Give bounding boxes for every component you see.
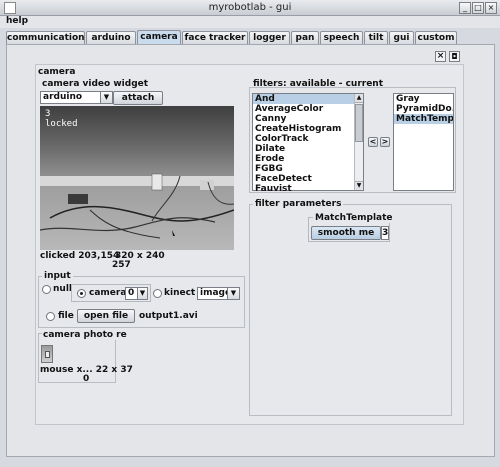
list-item[interactable]: Fauvist [253,184,363,194]
list-item[interactable]: AverageColor [253,104,363,114]
smooth-value-field[interactable]: 3 [381,226,389,240]
close-icon[interactable]: × [435,51,446,62]
filter-name: MatchTemplate [313,213,395,223]
current-filters-list[interactable]: GrayPyramidDo...MatchTemp... [393,93,454,191]
list-item[interactable]: Dilate [253,144,363,154]
smooth-me-button[interactable]: smooth me [311,226,381,240]
title-bar: myrobotlab - gui _ □ × [0,0,500,16]
available-filters-list[interactable]: And AverageColor Canny CreateHistogram Color… [252,93,364,194]
frame-count: 257 [112,260,131,270]
menu-bar: help [0,16,500,28]
radio-null[interactable] [42,285,51,294]
video-display[interactable]: 3 locked [40,106,234,250]
camera-index-value: 0 [128,288,135,298]
photo-count: 0 [83,374,90,384]
list-item[interactable]: CreateHistogram [253,124,363,134]
radio-file[interactable] [46,312,55,321]
list-item[interactable]: PyramidDo... [394,104,453,114]
overlay-count: 3 [45,109,51,119]
list-item[interactable]: And [253,94,363,104]
list-item[interactable]: FaceDetect [253,174,363,184]
available-filters-scrollbar[interactable]: ▲ ▼ [354,94,363,190]
tab-gui[interactable]: gui [389,31,414,44]
camera-panel-header: × ◘ [34,50,464,64]
menu-help[interactable]: help [6,16,28,26]
close-button[interactable]: × [485,2,497,14]
tab-custom[interactable]: custom [415,31,457,44]
panel-title: camera [38,67,76,77]
list-item[interactable]: Erode [253,154,363,164]
kinect-mode-select[interactable]: image ▼ [197,287,240,300]
open-file-button[interactable]: open file [77,309,135,323]
radio-camera[interactable] [77,289,86,298]
scroll-thumb[interactable] [355,104,363,142]
radio-kinect[interactable] [153,289,162,298]
filter-params-title: filter parameters [253,199,344,209]
current-filters-items: GrayPyramidDo...MatchTemp... [394,94,453,124]
window-title: myrobotlab - gui [208,2,292,13]
radio-file-label: file [58,311,74,321]
tab-face-tracker[interactable]: face tracker [182,31,248,44]
photo-title: camera photo re [42,330,128,340]
tab-arduino[interactable]: arduino [86,31,136,44]
overlay-status: locked [45,119,78,129]
tab-speech[interactable]: speech [320,31,363,44]
radio-camera-label: camera [89,288,127,298]
source-select[interactable]: arduino ▼ [40,91,113,104]
input-title: input [42,271,73,281]
clicked-coordinates: clicked 203,154 [40,251,120,261]
tab-communication[interactable]: communication [6,31,85,44]
list-item[interactable]: MatchTemp... [394,114,453,124]
photo-thumbnail[interactable] [41,345,53,363]
source-select-value: arduino [43,92,83,102]
tab-camera[interactable]: camera [137,30,181,44]
scroll-up-icon[interactable]: ▲ [355,94,363,103]
list-item[interactable]: ColorTrack [253,134,363,144]
tab-logger[interactable]: logger [249,31,290,44]
list-item[interactable]: Gray [394,94,453,104]
tab-tilt[interactable]: tilt [364,31,388,44]
minimize-button[interactable]: _ [459,2,471,14]
list-item[interactable]: FGBG [253,164,363,174]
chevron-down-icon: ▼ [100,92,112,103]
move-right-button[interactable]: > [380,137,390,147]
radio-kinect-label: kinect [164,288,196,298]
radio-null-label: null [53,284,72,294]
maximize-button[interactable]: □ [472,2,484,14]
available-filters-items: And AverageColor Canny CreateHistogram Color… [253,94,363,194]
chevron-down-icon: ▼ [137,288,147,299]
tab-pan[interactable]: pan [291,31,319,44]
detach-icon[interactable]: ◘ [449,51,460,62]
scroll-down-icon[interactable]: ▼ [355,181,363,190]
video-widget-title: camera video widget [42,79,149,89]
thumbnail-outlet [45,351,50,358]
attach-button[interactable]: attach [113,91,163,105]
move-left-button[interactable]: < [368,137,378,147]
file-name: output1.avi [139,311,198,321]
chevron-down-icon: ▼ [227,288,239,299]
camera-index-select[interactable]: 0 ▼ [125,287,148,300]
list-item[interactable]: Canny [253,114,363,124]
